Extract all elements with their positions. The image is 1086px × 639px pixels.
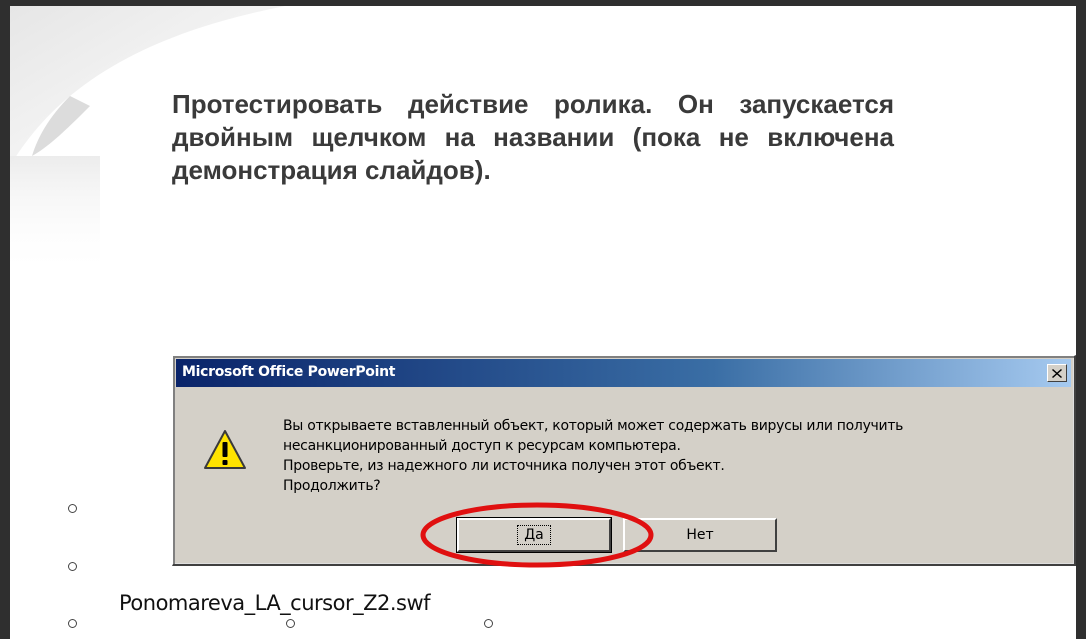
resize-handle-bottom-middle[interactable]: [286, 619, 295, 628]
message-line-2: несанкционированный доступ к ресурсам ко…: [283, 438, 681, 454]
close-button[interactable]: [1047, 364, 1067, 382]
message-line-1: Вы открываете вставленный объект, которы…: [283, 418, 904, 434]
message-line-3: Проверьте, из надежного ли источника пол…: [283, 458, 725, 474]
resize-handle-bottom-right[interactable]: [484, 619, 493, 628]
dialog-message: Вы открываете вставленный объект, которы…: [283, 416, 903, 496]
highlight-ellipse-annotation: [420, 502, 654, 568]
message-line-4: Продолжить?: [283, 478, 381, 494]
slide-frame: Протестировать действие ролика. Он запус…: [0, 0, 1086, 639]
slide-instruction-text: Протестировать действие ролика. Он запус…: [172, 89, 894, 185]
dialog-titlebar[interactable]: Microsoft Office PowerPoint: [176, 359, 1071, 387]
no-button-label: Нет: [686, 527, 714, 543]
resize-handle-left-top[interactable]: [68, 504, 77, 513]
warning-icon: [204, 430, 246, 469]
resize-handle-left-bottom[interactable]: [68, 619, 77, 628]
embedded-object-filename[interactable]: Ponomareva_LA_cursor_Z2.swf: [119, 591, 431, 615]
dialog-title: Microsoft Office PowerPoint: [182, 364, 396, 380]
resize-handle-left-middle[interactable]: [68, 562, 77, 571]
close-icon: [1052, 368, 1062, 378]
